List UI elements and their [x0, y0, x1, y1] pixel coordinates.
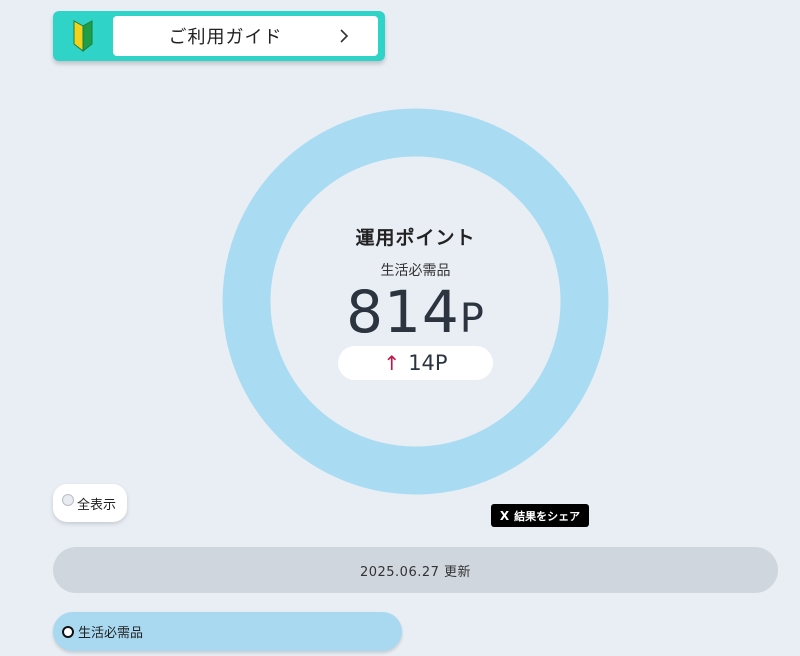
update-date-bar: 2025.06.27 更新: [53, 547, 778, 593]
guide-button[interactable]: ご利用ガイド: [53, 11, 385, 61]
share-x-button[interactable]: X 結果をシェア: [491, 504, 589, 527]
update-text: 2025.06.27 更新: [359, 564, 472, 580]
points-diff-badge: ↑ 14P: [338, 346, 493, 380]
chevron-right-icon: [340, 29, 349, 43]
points-number: 814: [346, 278, 460, 346]
x-logo-icon: X: [499, 508, 510, 523]
donut-category: 生活必需品: [380, 263, 451, 279]
points-value: 814P: [222, 278, 609, 346]
category-chip-label: 生活必需品: [78, 626, 144, 641]
points-unit: P: [459, 296, 485, 342]
arrow-up-icon: ↑: [383, 351, 401, 375]
donut-title: 運用ポイント: [355, 227, 476, 249]
share-label: 結果をシェア: [514, 509, 581, 523]
guide-button-label: ご利用ガイド: [168, 27, 283, 48]
beginner-mark-icon: [73, 20, 93, 52]
category-chip[interactable]: 生活必需品: [53, 612, 402, 651]
radio-checked-icon: [62, 625, 74, 638]
radio-unchecked-icon: [62, 494, 74, 506]
show-all-toggle[interactable]: 全表示: [53, 484, 127, 522]
points-diff-value: 14P: [408, 351, 448, 375]
show-all-label: 全表示: [77, 497, 117, 513]
donut-center: 運用ポイント 生活必需品 814P ↑ 14P: [222, 108, 609, 495]
points-donut: 運用ポイント 生活必需品 814P ↑ 14P: [222, 108, 609, 495]
